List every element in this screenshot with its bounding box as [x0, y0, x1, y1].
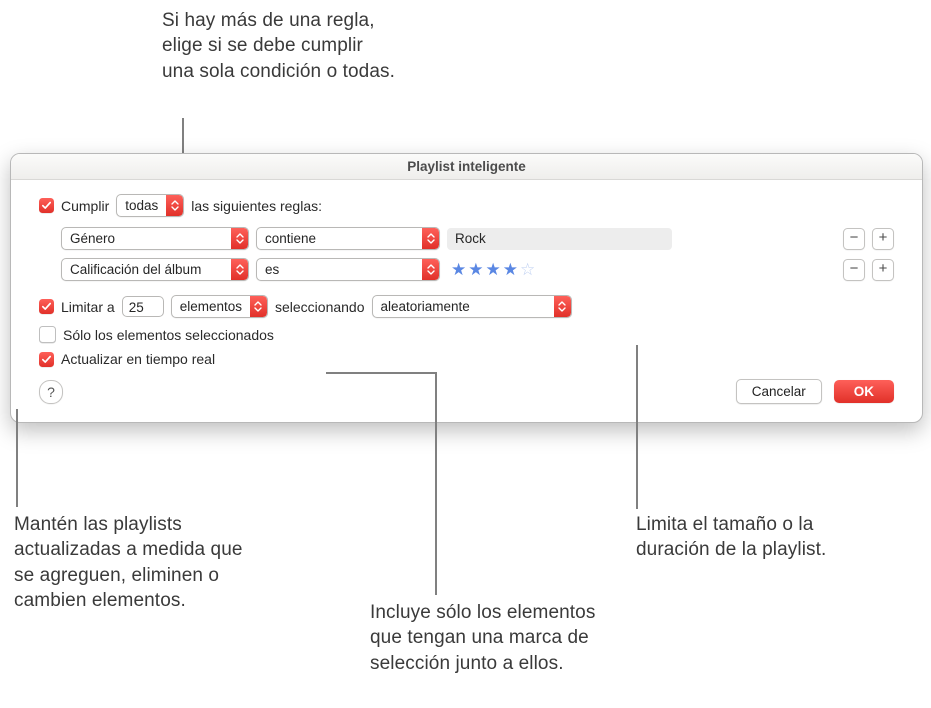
match-label-prefix: Cumplir — [61, 198, 109, 214]
check-icon — [41, 301, 52, 312]
rule-operator-popup[interactable]: es — [256, 258, 440, 281]
limit-count-input[interactable]: 25 — [122, 296, 164, 317]
callout-limit: Limita el tamaño o la duración de la pla… — [636, 512, 916, 563]
rule-star-rating[interactable]: ★ ★ ★ ★ ☆ — [447, 261, 535, 278]
callout-line-mid-v — [435, 372, 437, 595]
limit-method-popup[interactable]: aleatoriamente — [372, 295, 572, 318]
match-checkbox[interactable] — [39, 198, 54, 213]
match-row: Cumplir todas las siguientes reglas: — [39, 194, 894, 217]
callout-line-mid-h — [326, 372, 436, 374]
rule-field-value: Género — [62, 228, 123, 249]
chevron-updown-icon — [231, 228, 248, 249]
rule-row: Género contiene Rock − — [61, 227, 894, 250]
rule-row: Calificación del álbum es ★ ★ — [61, 258, 894, 281]
limit-checkbox[interactable] — [39, 299, 54, 314]
star-icon: ★ — [451, 261, 466, 278]
add-rule-button[interactable]: + — [872, 228, 894, 250]
cancel-button[interactable]: Cancelar — [736, 379, 822, 404]
chevron-updown-icon — [554, 296, 571, 317]
help-button[interactable]: ? — [39, 380, 63, 404]
callout-line-left — [16, 409, 18, 507]
rule-field-popup[interactable]: Género — [61, 227, 249, 250]
star-icon: ★ — [468, 261, 483, 278]
rule-operator-value: contiene — [257, 228, 324, 249]
star-icon: ★ — [503, 261, 518, 278]
ok-button[interactable]: OK — [834, 380, 894, 403]
remove-rule-button[interactable]: − — [843, 259, 865, 281]
remove-rule-button[interactable]: − — [843, 228, 865, 250]
chevron-updown-icon — [166, 195, 183, 216]
limit-unit-value: elementos — [172, 296, 250, 317]
dialog-title: Playlist inteligente — [11, 154, 922, 180]
live-updating-row: Actualizar en tiempo real — [39, 351, 894, 367]
rules-list: Género contiene Rock − — [39, 227, 894, 281]
limit-label: Limitar a — [61, 299, 115, 315]
callout-line-right — [636, 345, 638, 509]
match-mode-value: todas — [117, 195, 166, 216]
chevron-updown-icon — [422, 228, 439, 249]
rule-operator-popup[interactable]: contiene — [256, 227, 440, 250]
minus-icon: − — [850, 261, 859, 276]
minus-icon: − — [850, 230, 859, 245]
only-checked-label: Sólo los elementos seleccionados — [63, 327, 274, 343]
check-icon — [41, 200, 52, 211]
callout-only-checked: Incluye sólo los elementos que tengan un… — [370, 600, 660, 676]
plus-icon: + — [879, 230, 888, 245]
limit-method-value: aleatoriamente — [373, 296, 478, 317]
chevron-updown-icon — [231, 259, 248, 280]
only-checked-row: Sólo los elementos seleccionados — [39, 326, 894, 343]
callout-match-mode: Si hay más de una regla, elige si se deb… — [162, 8, 462, 84]
add-rule-button[interactable]: + — [872, 259, 894, 281]
only-checked-checkbox[interactable] — [39, 326, 56, 343]
match-label-suffix: las siguientes reglas: — [191, 198, 322, 214]
live-updating-checkbox[interactable] — [39, 352, 54, 367]
limit-unit-popup[interactable]: elementos — [171, 295, 268, 318]
check-icon — [41, 354, 52, 365]
chevron-updown-icon — [422, 259, 439, 280]
plus-icon: + — [879, 261, 888, 276]
match-mode-popup[interactable]: todas — [116, 194, 184, 217]
rule-field-value: Calificación del álbum — [62, 259, 209, 280]
star-icon: ★ — [486, 261, 501, 278]
limit-selecting-label: seleccionando — [275, 299, 365, 315]
chevron-updown-icon — [250, 296, 267, 317]
callout-live-updating: Mantén las playlists actualizadas a medi… — [14, 512, 294, 614]
rule-field-popup[interactable]: Calificación del álbum — [61, 258, 249, 281]
star-icon: ☆ — [520, 261, 535, 278]
dialog-footer: ? Cancelar OK — [39, 379, 894, 404]
limit-row: Limitar a 25 elementos seleccionando ale… — [39, 295, 894, 318]
live-updating-label: Actualizar en tiempo real — [61, 351, 215, 367]
dialog-content: Cumplir todas las siguientes reglas: Gén… — [11, 180, 922, 422]
rule-operator-value: es — [257, 259, 287, 280]
smart-playlist-dialog: Playlist inteligente Cumplir todas las s… — [10, 153, 923, 423]
rule-value-input[interactable]: Rock — [447, 228, 672, 250]
